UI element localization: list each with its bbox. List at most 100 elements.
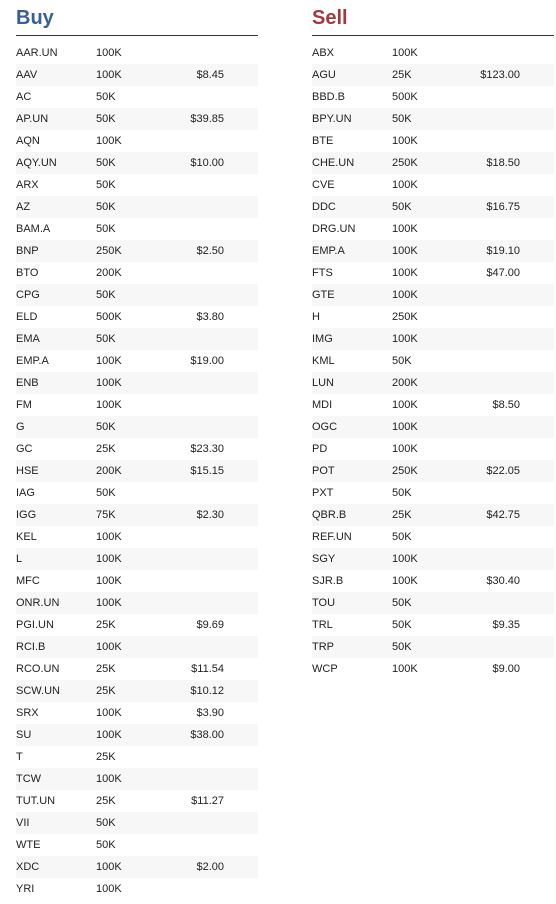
buy-table-row: AQY.UN 50K $10.00 (16, 152, 258, 174)
symbol-cell: FM (16, 399, 32, 411)
quantity-cell: 500K (392, 91, 418, 103)
price-cell: $2.30 (196, 509, 224, 521)
quantity-cell: 100K (392, 553, 418, 565)
buy-table-row: SRX 100K $3.90 (16, 702, 258, 724)
sell-table-row: REF.UN 50K (312, 526, 554, 548)
symbol-cell: WCP (312, 663, 338, 675)
quantity-cell: 100K (392, 421, 418, 433)
price-cell: $11.27 (191, 795, 224, 807)
symbol-cell: KEL (16, 531, 37, 543)
symbol-cell: TCW (16, 773, 42, 785)
price-cell (146, 636, 224, 658)
sell-table-row: PXT 50K (312, 482, 554, 504)
symbol-cell: PGI.UN (16, 619, 54, 631)
buy-table-row: AC 50K (16, 86, 258, 108)
price-cell (442, 86, 520, 108)
symbol-cell: CVE (312, 179, 335, 191)
symbol-cell: BAM.A (16, 223, 51, 235)
buy-table-row: RCO.UN 25K $11.54 (16, 658, 258, 680)
price-cell (146, 394, 224, 416)
sell-table-row: ABX 100K (312, 42, 554, 64)
sell-panel: Sell ABX 100K AGU 25K $123.00 BBD.B 500K BPY.UN… (312, 0, 554, 680)
price-cell: $15.15 (190, 465, 224, 477)
price-cell: $19.10 (486, 245, 520, 257)
price-cell (146, 130, 224, 152)
price-cell (442, 284, 520, 306)
sell-table-row: BBD.B 500K (312, 86, 554, 108)
symbol-cell: AAR.UN (16, 47, 58, 59)
symbol-cell: CHE.UN (312, 157, 355, 169)
sell-table-row: CVE 100K (312, 174, 554, 196)
sell-table-row: MDI 100K $8.50 (312, 394, 554, 416)
sell-table-row: WCP 100K $9.00 (312, 658, 554, 680)
sell-title: Sell (312, 7, 348, 29)
symbol-cell: WTE (16, 839, 41, 851)
buy-table-row: G 50K (16, 416, 258, 438)
quantity-cell: 100K (96, 531, 122, 543)
sell-table-row: DDC 50K $16.75 (312, 196, 554, 218)
buy-table-row: FM 100K (16, 394, 258, 416)
quantity-cell: 50K (96, 91, 116, 103)
price-cell (442, 350, 520, 372)
sell-table-row: CHE.UN 250K $18.50 (312, 152, 554, 174)
quantity-cell: 500K (96, 311, 122, 323)
buy-table-row: SCW.UN 25K $10.12 (16, 680, 258, 702)
buy-table-row: AP.UN 50K $39.85 (16, 108, 258, 130)
quantity-cell: 50K (392, 201, 412, 213)
price-cell (146, 746, 224, 768)
symbol-cell: AAV (16, 69, 38, 81)
buy-table-row: KEL 100K (16, 526, 258, 548)
symbol-cell: TUT.UN (16, 795, 56, 807)
sell-table-row: BPY.UN 50K (312, 108, 554, 130)
quantity-cell: 25K (96, 751, 116, 763)
price-cell (442, 174, 520, 196)
price-cell (146, 174, 224, 196)
buy-table-row: IAG 50K (16, 482, 258, 504)
quantity-cell: 25K (96, 663, 116, 675)
price-cell: $18.50 (486, 157, 520, 169)
price-cell (442, 42, 520, 64)
symbol-cell: G (16, 421, 25, 433)
buy-table-row: ARX 50K (16, 174, 258, 196)
quantity-cell: 50K (392, 619, 412, 631)
price-cell: $38.00 (190, 729, 224, 741)
price-cell (442, 548, 520, 570)
symbol-cell: FTS (312, 267, 333, 279)
symbol-cell: H (312, 311, 320, 323)
symbol-cell: MFC (16, 575, 40, 587)
quantity-cell: 50K (392, 113, 412, 125)
price-cell: $9.00 (492, 663, 520, 675)
quantity-cell: 100K (96, 641, 122, 653)
price-cell: $2.00 (196, 861, 224, 873)
buy-table-row: TUT.UN 25K $11.27 (16, 790, 258, 812)
quantity-cell: 100K (392, 333, 418, 345)
sell-table-row: TRL 50K $9.35 (312, 614, 554, 636)
quantity-cell: 50K (96, 421, 116, 433)
symbol-cell: ABX (312, 47, 335, 59)
quantity-cell: 25K (96, 619, 116, 631)
symbol-cell: DDC (312, 201, 336, 213)
buy-table-row: BNP 250K $2.50 (16, 240, 258, 262)
price-cell (146, 262, 224, 284)
sell-table-row: TRP 50K (312, 636, 554, 658)
price-cell (146, 196, 224, 218)
price-cell: $10.00 (190, 157, 224, 169)
symbol-cell: ENB (16, 377, 39, 389)
price-cell (146, 768, 224, 790)
quantity-cell: 75K (96, 509, 116, 521)
buy-table-row: PGI.UN 25K $9.69 (16, 614, 258, 636)
quantity-cell: 50K (96, 817, 116, 829)
buy-table-row: GC 25K $23.30 (16, 438, 258, 460)
quantity-cell: 250K (392, 465, 418, 477)
symbol-cell: RCI.B (16, 641, 46, 653)
quantity-cell: 100K (96, 47, 122, 59)
price-cell (146, 812, 224, 834)
sell-table-row: TOU 50K (312, 592, 554, 614)
quantity-cell: 50K (96, 179, 116, 191)
price-cell (146, 86, 224, 108)
quantity-cell: 100K (96, 553, 122, 565)
sell-table-row: LUN 200K (312, 372, 554, 394)
price-cell (442, 636, 520, 658)
quantity-cell: 100K (96, 355, 122, 367)
symbol-cell: EMP.A (312, 245, 345, 257)
